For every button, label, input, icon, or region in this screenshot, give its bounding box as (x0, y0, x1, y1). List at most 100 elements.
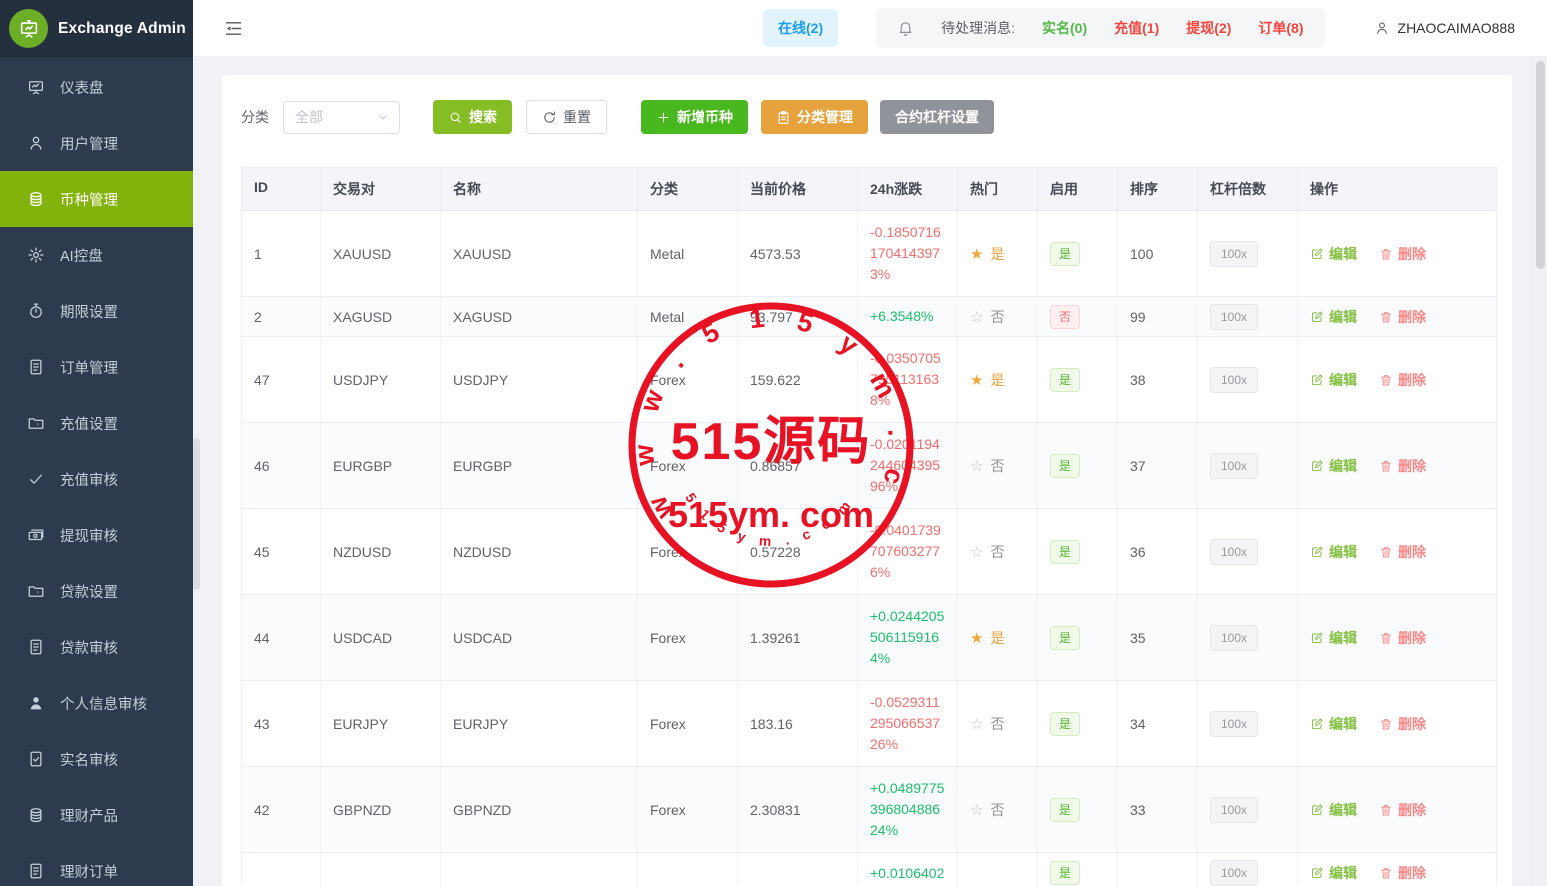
cell-sort: 33 (1118, 767, 1198, 852)
cell-sort: 36 (1118, 509, 1198, 594)
sidebar-item-label: AI控盘 (60, 245, 103, 266)
edit-button[interactable]: 编辑 (1310, 307, 1357, 327)
delete-button[interactable]: 删除 (1379, 863, 1426, 883)
cell-hot: ☆否 (958, 423, 1038, 508)
contract-leverage-settings-button[interactable]: 合约杠杆设置 (880, 100, 994, 134)
star-outline-icon[interactable]: ☆ (970, 801, 983, 819)
cell-id: 42 (242, 767, 321, 852)
sidebar-item[interactable]: AI控盘 (0, 227, 193, 283)
star-outline-icon[interactable]: ☆ (970, 715, 983, 733)
online-users-badge[interactable]: 在线(2) (763, 9, 838, 47)
user-menu[interactable]: ZHAOCAIMAO888 (1374, 20, 1515, 36)
star-filled-icon[interactable]: ★ (970, 629, 983, 647)
delete-button[interactable]: 删除 (1379, 456, 1426, 476)
sidebar-item[interactable]: 理财产品 (0, 787, 193, 843)
delete-button[interactable]: 删除 (1379, 370, 1426, 390)
cell-leverage: 100x (1198, 211, 1298, 296)
sidebar-item[interactable]: 期限设置 (0, 283, 193, 339)
person-icon (1374, 20, 1390, 36)
check-icon (27, 470, 45, 488)
delete-button[interactable]: 删除 (1379, 542, 1426, 562)
star-outline-icon[interactable]: ☆ (970, 308, 983, 326)
star-filled-icon[interactable]: ★ (970, 245, 983, 263)
cell-leverage: 100x (1198, 853, 1298, 886)
edit-button[interactable]: 编辑 (1310, 244, 1357, 264)
sidebar-item[interactable]: 仪表盘 (0, 59, 193, 115)
edit-button[interactable]: 编辑 (1310, 628, 1357, 648)
reset-button[interactable]: 重置 (526, 100, 607, 134)
main-area: 分类 全部 搜索 重置 新增币种 分类管理 合约杠杆设置 (193, 57, 1547, 886)
sidebar-item[interactable]: 个人信息审核 (0, 675, 193, 731)
cell-actions: 编辑 删除 (1298, 509, 1498, 594)
sidebar-scrollbar-thumb[interactable] (193, 438, 200, 590)
edit-button[interactable]: 编辑 (1310, 542, 1357, 562)
category-filter-label: 分类 (241, 107, 269, 127)
cell-pair: EURJPY (321, 681, 441, 766)
edit-button[interactable]: 编辑 (1310, 800, 1357, 820)
pending-message-item[interactable]: 实名(0) (1042, 18, 1087, 38)
enabled-badge: 是 (1050, 861, 1080, 885)
delete-button[interactable]: 删除 (1379, 244, 1426, 264)
delete-button[interactable]: 删除 (1379, 628, 1426, 648)
sidebar-item[interactable]: 用户管理 (0, 115, 193, 171)
cell-name: GBPNZD (441, 767, 638, 852)
cell-name: XAUUSD (441, 211, 638, 296)
edit-button[interactable]: 编辑 (1310, 714, 1357, 734)
stopwatch-icon (27, 302, 45, 320)
cell-id (242, 853, 321, 886)
sidebar-item[interactable]: 贷款审核 (0, 619, 193, 675)
sidebar-item[interactable]: 理财订单 (0, 843, 193, 886)
cell-hot: ☆否 (958, 681, 1038, 766)
sidebar-item[interactable]: 充值审核 (0, 451, 193, 507)
cell-id: 45 (242, 509, 321, 594)
pending-message-item[interactable]: 提现(2) (1186, 18, 1231, 38)
sidebar-item[interactable]: 币种管理 (0, 171, 193, 227)
edit-icon (1310, 545, 1324, 559)
category-select[interactable]: 全部 (283, 101, 400, 134)
star-outline-icon[interactable]: ☆ (970, 457, 983, 475)
table-row: 2XAGUSDXAGUSDMetal93.797+6.3548%☆否否99100… (242, 297, 1496, 337)
sidebar-toggle-icon[interactable] (223, 18, 244, 39)
cell-category: Metal (638, 297, 738, 336)
page-scrollbar-track[interactable] (1532, 57, 1547, 886)
category-manage-button[interactable]: 分类管理 (761, 100, 868, 134)
star-outline-icon[interactable]: ☆ (970, 543, 983, 561)
add-currency-button[interactable]: 新增币种 (641, 100, 748, 134)
username: ZHAOCAIMAO888 (1398, 20, 1515, 36)
delete-button[interactable]: 删除 (1379, 714, 1426, 734)
currency-table: ID交易对名称分类当前价格24h涨跌热门启用排序杠杆倍数操作 1XAUUSDXA… (241, 167, 1497, 886)
document-icon (27, 358, 45, 376)
star-filled-icon[interactable]: ★ (970, 371, 983, 389)
delete-button[interactable]: 删除 (1379, 800, 1426, 820)
cell-price: 0.86857 (738, 423, 858, 508)
edit-button[interactable]: 编辑 (1310, 456, 1357, 476)
sidebar-item[interactable]: 实名审核 (0, 731, 193, 787)
page-scrollbar-thumb[interactable] (1536, 61, 1545, 269)
refresh-icon (542, 110, 557, 125)
sidebar-item[interactable]: 充值设置 (0, 395, 193, 451)
cell-pair: EURGBP (321, 423, 441, 508)
cell-price: 93.797 (738, 297, 858, 336)
cell-id: 44 (242, 595, 321, 680)
edit-button[interactable]: 编辑 (1310, 863, 1357, 883)
cell-sort: 34 (1118, 681, 1198, 766)
cell-name: XAGUSD (441, 297, 638, 336)
cell-enabled: 是 (1038, 337, 1118, 422)
edit-icon (1310, 459, 1324, 473)
sidebar-item-label: 仪表盘 (60, 77, 104, 98)
trash-icon (1379, 866, 1393, 880)
search-button[interactable]: 搜索 (433, 100, 512, 134)
delete-button[interactable]: 删除 (1379, 307, 1426, 327)
pending-message-item[interactable]: 订单(8) (1258, 18, 1303, 38)
pending-message-item[interactable]: 充值(1) (1114, 18, 1159, 38)
edit-button[interactable]: 编辑 (1310, 370, 1357, 390)
sidebar-item[interactable]: 订单管理 (0, 339, 193, 395)
bell-icon (897, 20, 914, 37)
sidebar-item[interactable]: 贷款设置 (0, 563, 193, 619)
cell-24h-change: -0.04017397076032776% (858, 509, 958, 594)
cell-category: Forex (638, 767, 738, 852)
sidebar-item[interactable]: 提现审核 (0, 507, 193, 563)
sidebar-item-label: 理财订单 (60, 861, 118, 882)
cell-name: USDCAD (441, 595, 638, 680)
leverage-tag: 100x (1210, 304, 1258, 330)
